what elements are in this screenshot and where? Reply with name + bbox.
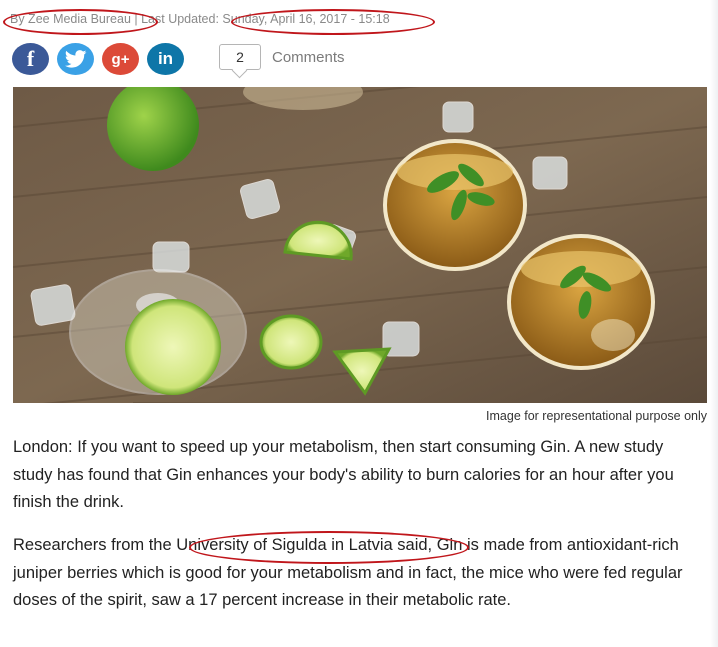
comments-label: Comments — [272, 48, 345, 66]
googleplus-icon: g+ — [111, 50, 130, 68]
university-name: University of Sigulda in Latvia — [176, 536, 393, 554]
byline-updated-label: | Last Updated: — [130, 12, 223, 26]
byline: By Zee Media Bureau | Last Updated: Sund… — [10, 12, 390, 30]
linkedin-share-button[interactable]: in — [147, 43, 184, 75]
article-paragraph-2: Researchers from the University of Sigul… — [13, 532, 703, 615]
byline-author[interactable]: By Zee Media Bureau — [10, 12, 131, 26]
facebook-share-button[interactable]: f — [12, 43, 49, 75]
linkedin-icon: in — [157, 49, 174, 68]
article-paragraph-1: London: If you want to speed up your met… — [13, 438, 674, 511]
article-image — [13, 87, 707, 403]
page-edge — [710, 0, 718, 647]
image-caption: Image for representational purpose only — [486, 409, 707, 423]
facebook-icon: f — [26, 46, 35, 71]
comment-count-bubble: 2 — [219, 44, 261, 70]
comment-count: 2 — [236, 49, 244, 65]
comments-link[interactable]: 2 Comments — [219, 44, 345, 70]
twitter-icon — [64, 50, 86, 68]
social-share-bar: f g+ in — [12, 43, 184, 75]
twitter-share-button[interactable] — [57, 43, 94, 75]
paragraph-2-lead: Researchers from the — [13, 536, 177, 554]
gin-drinks-illustration — [13, 87, 707, 403]
byline-date: Sunday, April 16, 2017 - 15:18 — [222, 12, 390, 26]
googleplus-share-button[interactable]: g+ — [102, 43, 139, 75]
